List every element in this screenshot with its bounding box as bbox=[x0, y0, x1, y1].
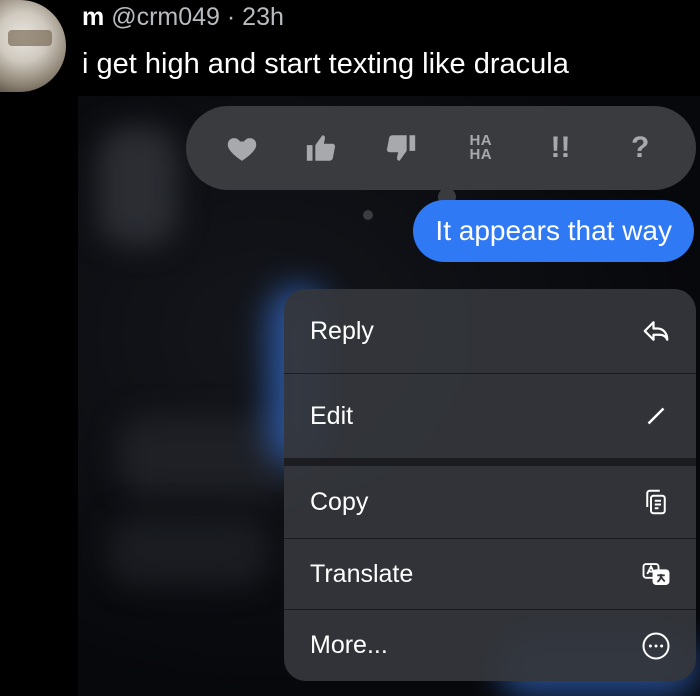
menu-item-label: Edit bbox=[310, 401, 354, 430]
heart-icon[interactable] bbox=[218, 124, 266, 172]
menu-item-label: Copy bbox=[310, 487, 369, 516]
user-handle[interactable]: @crm049 bbox=[111, 3, 220, 31]
tapback-bar: HA HA !! ? bbox=[186, 106, 696, 206]
menu-item-more[interactable]: More... bbox=[284, 610, 696, 681]
menu-section-gap bbox=[284, 458, 696, 466]
translate-icon bbox=[638, 556, 674, 592]
more-icon bbox=[638, 628, 674, 664]
menu-item-translate[interactable]: Translate bbox=[284, 539, 696, 609]
menu-item-edit[interactable]: Edit bbox=[284, 374, 696, 458]
menu-item-reply[interactable]: Reply bbox=[284, 289, 696, 373]
tapback-tail bbox=[363, 210, 373, 220]
thumbs-down-icon[interactable] bbox=[377, 124, 425, 172]
sent-message-bubble[interactable]: It appears that way bbox=[413, 200, 694, 262]
menu-item-label: Translate bbox=[310, 559, 414, 588]
blurred-background bbox=[108, 516, 268, 586]
tweet-text: i get high and start texting like dracul… bbox=[82, 48, 569, 80]
question-icon[interactable]: ? bbox=[616, 124, 664, 172]
exclamation-icon[interactable]: !! bbox=[536, 124, 584, 172]
message-screenshot: HA HA !! ? It appears that way Reply Edit… bbox=[78, 96, 700, 696]
tweet-meta: m @crm049 · 23h bbox=[82, 2, 284, 32]
display-name[interactable]: m bbox=[82, 3, 104, 31]
menu-item-copy[interactable]: Copy bbox=[284, 466, 696, 538]
copy-icon bbox=[638, 484, 674, 520]
reply-icon bbox=[638, 313, 674, 349]
context-menu: Reply Edit Copy Translate More... bbox=[284, 289, 696, 681]
menu-item-label: More... bbox=[310, 631, 388, 659]
menu-item-label: Reply bbox=[310, 316, 374, 345]
thumbs-up-icon[interactable] bbox=[297, 124, 345, 172]
pencil-icon bbox=[638, 398, 674, 434]
blurred-background bbox=[98, 126, 178, 246]
haha-icon[interactable]: HA HA bbox=[457, 124, 505, 172]
avatar[interactable] bbox=[0, 0, 66, 92]
tweet-time: · 23h bbox=[226, 3, 284, 31]
